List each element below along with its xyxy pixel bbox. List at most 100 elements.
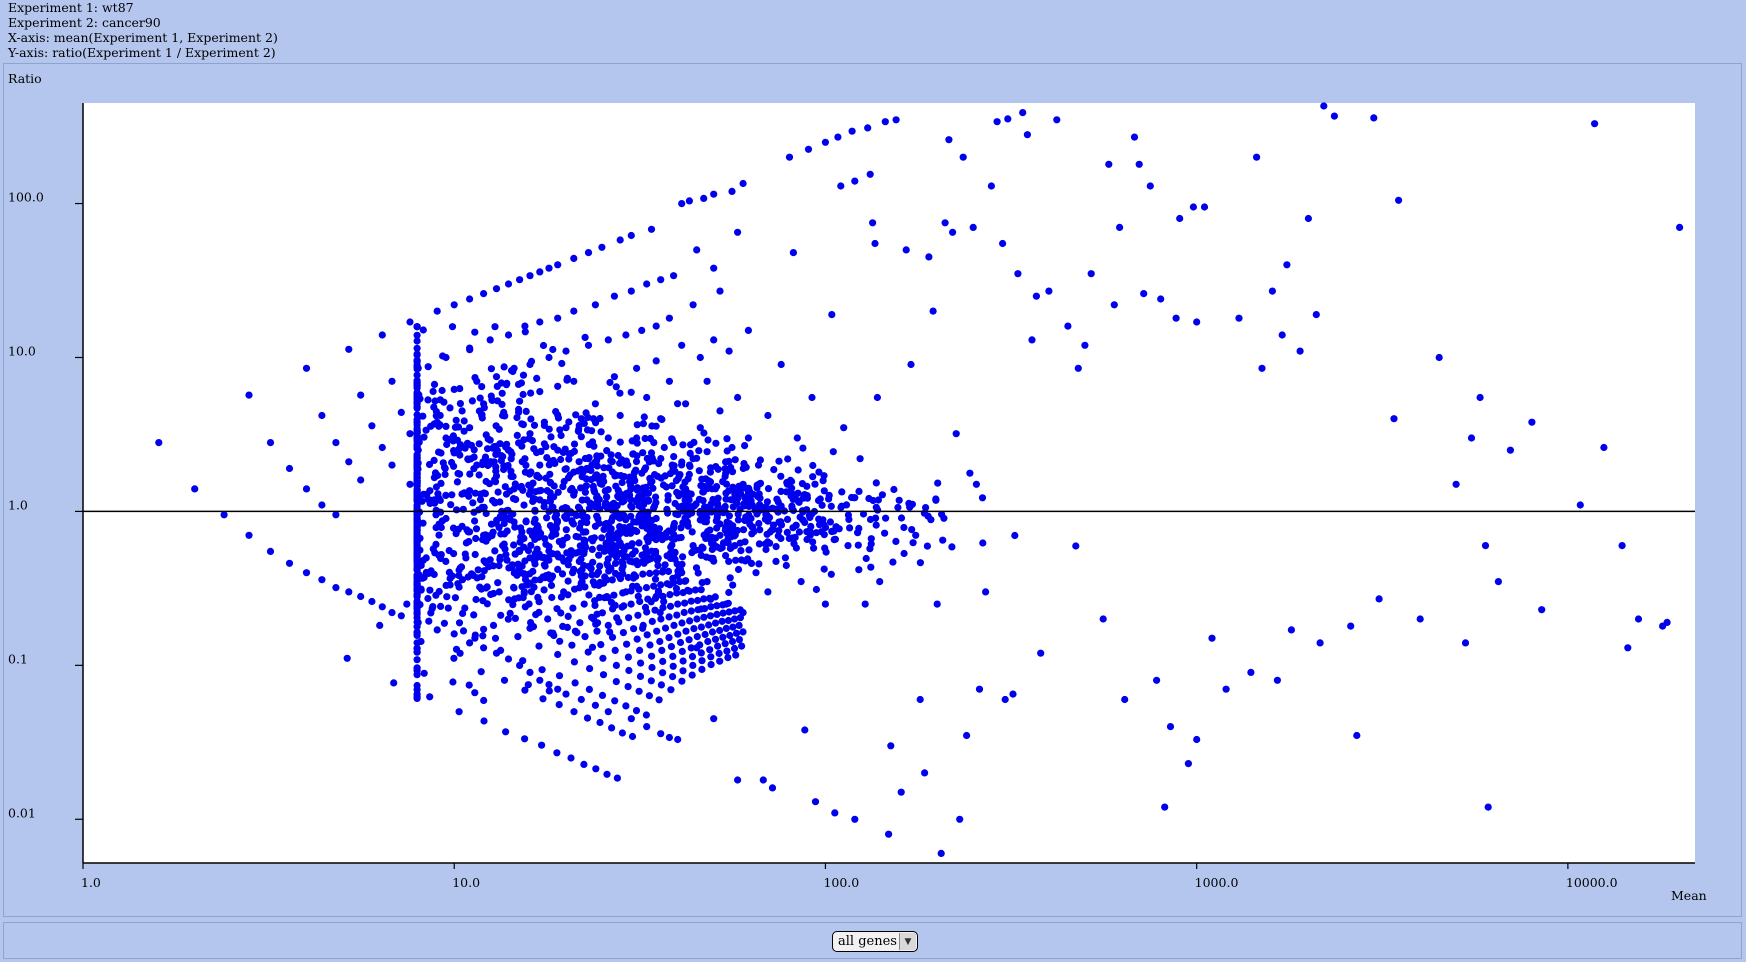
data-point — [471, 634, 479, 642]
data-point — [851, 177, 859, 185]
data-point — [557, 609, 565, 617]
data-point — [612, 482, 620, 490]
data-point — [648, 422, 656, 430]
data-point — [876, 578, 884, 586]
data-point — [513, 431, 521, 439]
data-point — [706, 526, 714, 534]
data-point — [694, 596, 702, 605]
data-point — [618, 603, 626, 611]
data-point — [580, 600, 588, 608]
data-point — [734, 228, 742, 236]
data-point — [616, 575, 625, 583]
data-point — [474, 566, 482, 574]
data-point — [703, 448, 711, 456]
data-point — [556, 426, 564, 434]
data-point — [732, 629, 741, 637]
data-point — [541, 562, 549, 570]
data-point — [1634, 615, 1643, 623]
data-point — [472, 595, 480, 604]
data-point — [689, 301, 697, 309]
data-point — [948, 543, 956, 551]
gene-filter-select[interactable]: all genes ▼ — [832, 931, 918, 952]
data-point — [357, 391, 365, 399]
data-point — [1087, 270, 1095, 278]
data-point — [639, 557, 647, 565]
data-point — [1273, 676, 1281, 684]
data-point — [963, 731, 971, 740]
data-point — [452, 416, 460, 424]
data-point — [643, 631, 651, 639]
data-point — [607, 517, 616, 525]
data-point — [567, 754, 575, 762]
data-point — [627, 388, 635, 396]
data-point — [368, 422, 376, 430]
data-point — [430, 403, 438, 411]
data-point — [721, 640, 729, 648]
data-point — [679, 441, 687, 449]
data-point — [808, 393, 816, 402]
data-point — [1200, 203, 1209, 211]
data-point — [245, 391, 253, 399]
data-point — [627, 600, 635, 608]
data-point — [736, 614, 745, 622]
data-point — [566, 471, 574, 479]
data-point — [1600, 443, 1608, 452]
data-point — [630, 625, 638, 633]
data-point — [777, 360, 785, 369]
data-point — [676, 638, 685, 647]
data-point — [495, 588, 503, 596]
data-point — [722, 624, 730, 633]
data-point — [413, 664, 421, 673]
data-point — [727, 496, 735, 504]
data-point — [749, 523, 757, 531]
data-point — [555, 672, 564, 680]
data-point — [1064, 322, 1072, 330]
data-point — [956, 815, 964, 823]
data-point — [670, 621, 678, 630]
data-point — [759, 776, 767, 784]
data-point — [554, 261, 562, 269]
data-point — [639, 420, 648, 428]
data-point — [581, 454, 589, 463]
data-point — [885, 830, 893, 838]
data-point — [703, 377, 711, 385]
data-point — [510, 584, 518, 592]
data-point — [588, 545, 596, 553]
data-point — [413, 591, 421, 599]
data-point — [698, 579, 706, 587]
data-point — [378, 331, 386, 339]
data-point — [732, 651, 740, 659]
chevron-down-icon[interactable]: ▼ — [899, 933, 916, 950]
data-point — [856, 455, 864, 463]
data-point — [477, 490, 485, 498]
data-point — [426, 693, 434, 701]
data-point — [764, 538, 772, 546]
data-point — [1484, 803, 1492, 811]
data-point — [530, 421, 539, 429]
data-point — [406, 318, 414, 326]
data-point — [587, 535, 596, 543]
data-point — [598, 691, 607, 700]
data-point — [784, 455, 792, 463]
data-point — [794, 466, 802, 474]
data-point — [1011, 531, 1019, 540]
data-point — [471, 550, 479, 559]
data-point — [413, 351, 421, 359]
data-point — [500, 540, 508, 548]
data-point — [1253, 153, 1261, 161]
data-point — [708, 545, 716, 553]
data-point — [632, 498, 641, 506]
data-point — [693, 615, 701, 623]
data-point — [651, 575, 660, 583]
data-point — [609, 532, 617, 540]
data-point — [627, 231, 635, 240]
data-point — [701, 605, 709, 613]
data-point — [941, 219, 949, 227]
data-point — [527, 357, 536, 365]
data-point — [604, 562, 612, 570]
data-point — [642, 711, 651, 719]
data-point — [805, 512, 814, 520]
data-point — [1624, 644, 1632, 652]
data-point — [718, 617, 726, 625]
data-point — [658, 415, 666, 424]
